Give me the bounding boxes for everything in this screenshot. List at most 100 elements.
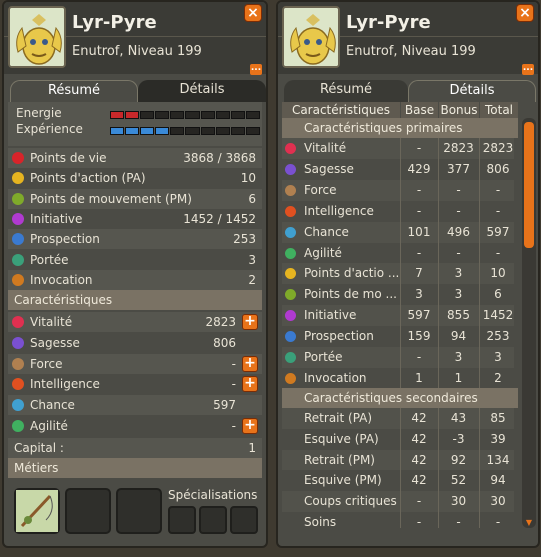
bar-segment xyxy=(170,127,185,135)
characteristic-row: Intelligence - + xyxy=(8,374,262,395)
chance-icon xyxy=(12,399,24,412)
primary-base: 3 xyxy=(415,287,423,302)
characteristic-label: Intelligence xyxy=(30,377,100,392)
characteristic-label: Sagesse xyxy=(30,335,80,350)
secondary-total: 39 xyxy=(490,431,506,446)
stat-value: 253 xyxy=(233,232,256,247)
add-point-button[interactable]: + xyxy=(242,314,258,330)
star-icon xyxy=(12,172,24,185)
primary-base: 597 xyxy=(407,308,431,323)
stat-row: Portée 3 xyxy=(8,249,262,270)
stat-row: Points de mouvement (PM) 6 xyxy=(8,188,262,209)
boot-icon xyxy=(285,289,296,301)
stat-label: Prospection xyxy=(30,232,100,247)
primary-bonus: 377 xyxy=(447,161,470,176)
primary-characteristics-header: Caractéristiques primaires xyxy=(282,118,518,138)
specializations-label: Spécialisations xyxy=(168,488,258,502)
star-icon xyxy=(285,268,296,280)
primary-total: 1452 xyxy=(482,308,514,323)
scroll-down-arrow-icon[interactable]: ▼ xyxy=(524,519,534,527)
chance-icon xyxy=(285,226,296,238)
stat-row: Prospection 253 xyxy=(8,229,262,250)
job-slot-2[interactable] xyxy=(65,488,111,534)
secondary-base: - xyxy=(416,515,422,529)
job-slot-3[interactable] xyxy=(116,488,162,534)
primary-bonus: - xyxy=(456,203,461,218)
bar-segment xyxy=(215,127,230,135)
specialization-slot-2[interactable] xyxy=(199,506,227,534)
column-header-bonus[interactable]: Bonus xyxy=(439,102,479,118)
primary-base: 429 xyxy=(407,161,431,176)
column-header-total[interactable]: Total xyxy=(480,102,518,118)
specialization-slot-1[interactable] xyxy=(168,506,196,534)
secondary-base: 42 xyxy=(411,411,427,425)
primary-label: Prospection xyxy=(304,329,374,344)
primary-base: 7 xyxy=(415,266,423,281)
bar-segment xyxy=(155,111,170,119)
experience-bar xyxy=(110,127,260,135)
stat-label: Invocation xyxy=(30,272,93,287)
strength-icon xyxy=(285,184,296,196)
secondary-bonus: - xyxy=(456,515,461,529)
bar-segment xyxy=(140,127,155,135)
column-header-base[interactable]: Base xyxy=(401,102,438,118)
close-button[interactable]: × xyxy=(244,4,262,22)
energy-experience-block: Energie Expérience xyxy=(8,102,262,146)
primary-base: - xyxy=(416,182,422,197)
add-point-button[interactable]: + xyxy=(242,418,258,434)
secondary-total: 85 xyxy=(490,411,506,425)
primary-total: - xyxy=(495,182,501,197)
vitality-icon xyxy=(285,143,296,154)
character-class-level: Enutrof, Niveau 199 xyxy=(346,44,476,59)
primary-bonus: - xyxy=(456,245,461,260)
primary-label: Agilité xyxy=(304,245,342,260)
primary-bonus: 855 xyxy=(447,308,470,323)
primary-bonus: 3 xyxy=(454,287,463,302)
secondary-characteristics-header: Caractéristiques secondaires xyxy=(282,388,518,408)
tab-details[interactable]: Détails xyxy=(138,80,266,102)
specialization-slot-3[interactable] xyxy=(230,506,258,534)
primary-label: Vitalité xyxy=(304,141,347,155)
options-button[interactable]: ... xyxy=(250,64,262,75)
tab-details[interactable]: Détails xyxy=(408,80,536,102)
close-button[interactable]: × xyxy=(516,4,534,22)
intelligence-icon xyxy=(12,378,24,391)
secondary-label: Esquive (PA) xyxy=(304,431,379,446)
stat-value: 6 xyxy=(248,191,256,206)
primary-bonus: 1 xyxy=(454,370,463,385)
secondary-total: 94 xyxy=(490,473,506,488)
primary-base: - xyxy=(416,245,422,260)
primary-bonus: 94 xyxy=(450,329,467,344)
secondary-total: 30 xyxy=(490,494,506,509)
add-point-button[interactable]: + xyxy=(242,355,258,372)
character-details-panel: Lyr-Pyre Enutrof, Niveau 199 × ... Résum… xyxy=(276,0,540,548)
secondary-bonus: 52 xyxy=(450,473,467,488)
characteristic-label: Force xyxy=(30,356,63,371)
secondary-base: 42 xyxy=(411,431,427,446)
experience-label: Expérience xyxy=(16,122,83,136)
tab-resume[interactable]: Résumé xyxy=(10,80,138,102)
add-point-button[interactable]: + xyxy=(242,376,258,393)
column-header-characteristics[interactable]: Caractéristiques xyxy=(282,102,400,118)
scrollbar-thumb[interactable] xyxy=(524,122,534,248)
details-scrollbar[interactable]: ▼ xyxy=(522,118,536,528)
primary-bonus: 2823 xyxy=(443,141,474,155)
secondary-base: - xyxy=(416,494,422,509)
options-button[interactable]: ... xyxy=(522,64,534,75)
wisdom-icon xyxy=(285,163,296,175)
primary-bonus: - xyxy=(456,182,461,197)
stat-value: 3 xyxy=(248,252,256,267)
range-icon xyxy=(285,352,296,363)
job-slot-1[interactable] xyxy=(14,488,60,534)
secondary-bonus: 43 xyxy=(450,411,467,425)
secondary-label: Retrait (PA) xyxy=(304,411,373,425)
stat-value: 1452 / 1452 xyxy=(183,211,256,226)
bar-segment xyxy=(170,111,185,119)
energy-label: Energie xyxy=(16,106,62,120)
bar-segment xyxy=(155,127,170,135)
characteristic-label: Chance xyxy=(30,398,75,413)
characteristics-header: Caractéristiques xyxy=(8,290,262,310)
primary-total: - xyxy=(495,203,501,218)
tab-resume[interactable]: Résumé xyxy=(284,80,408,102)
bar-segment xyxy=(140,111,155,119)
